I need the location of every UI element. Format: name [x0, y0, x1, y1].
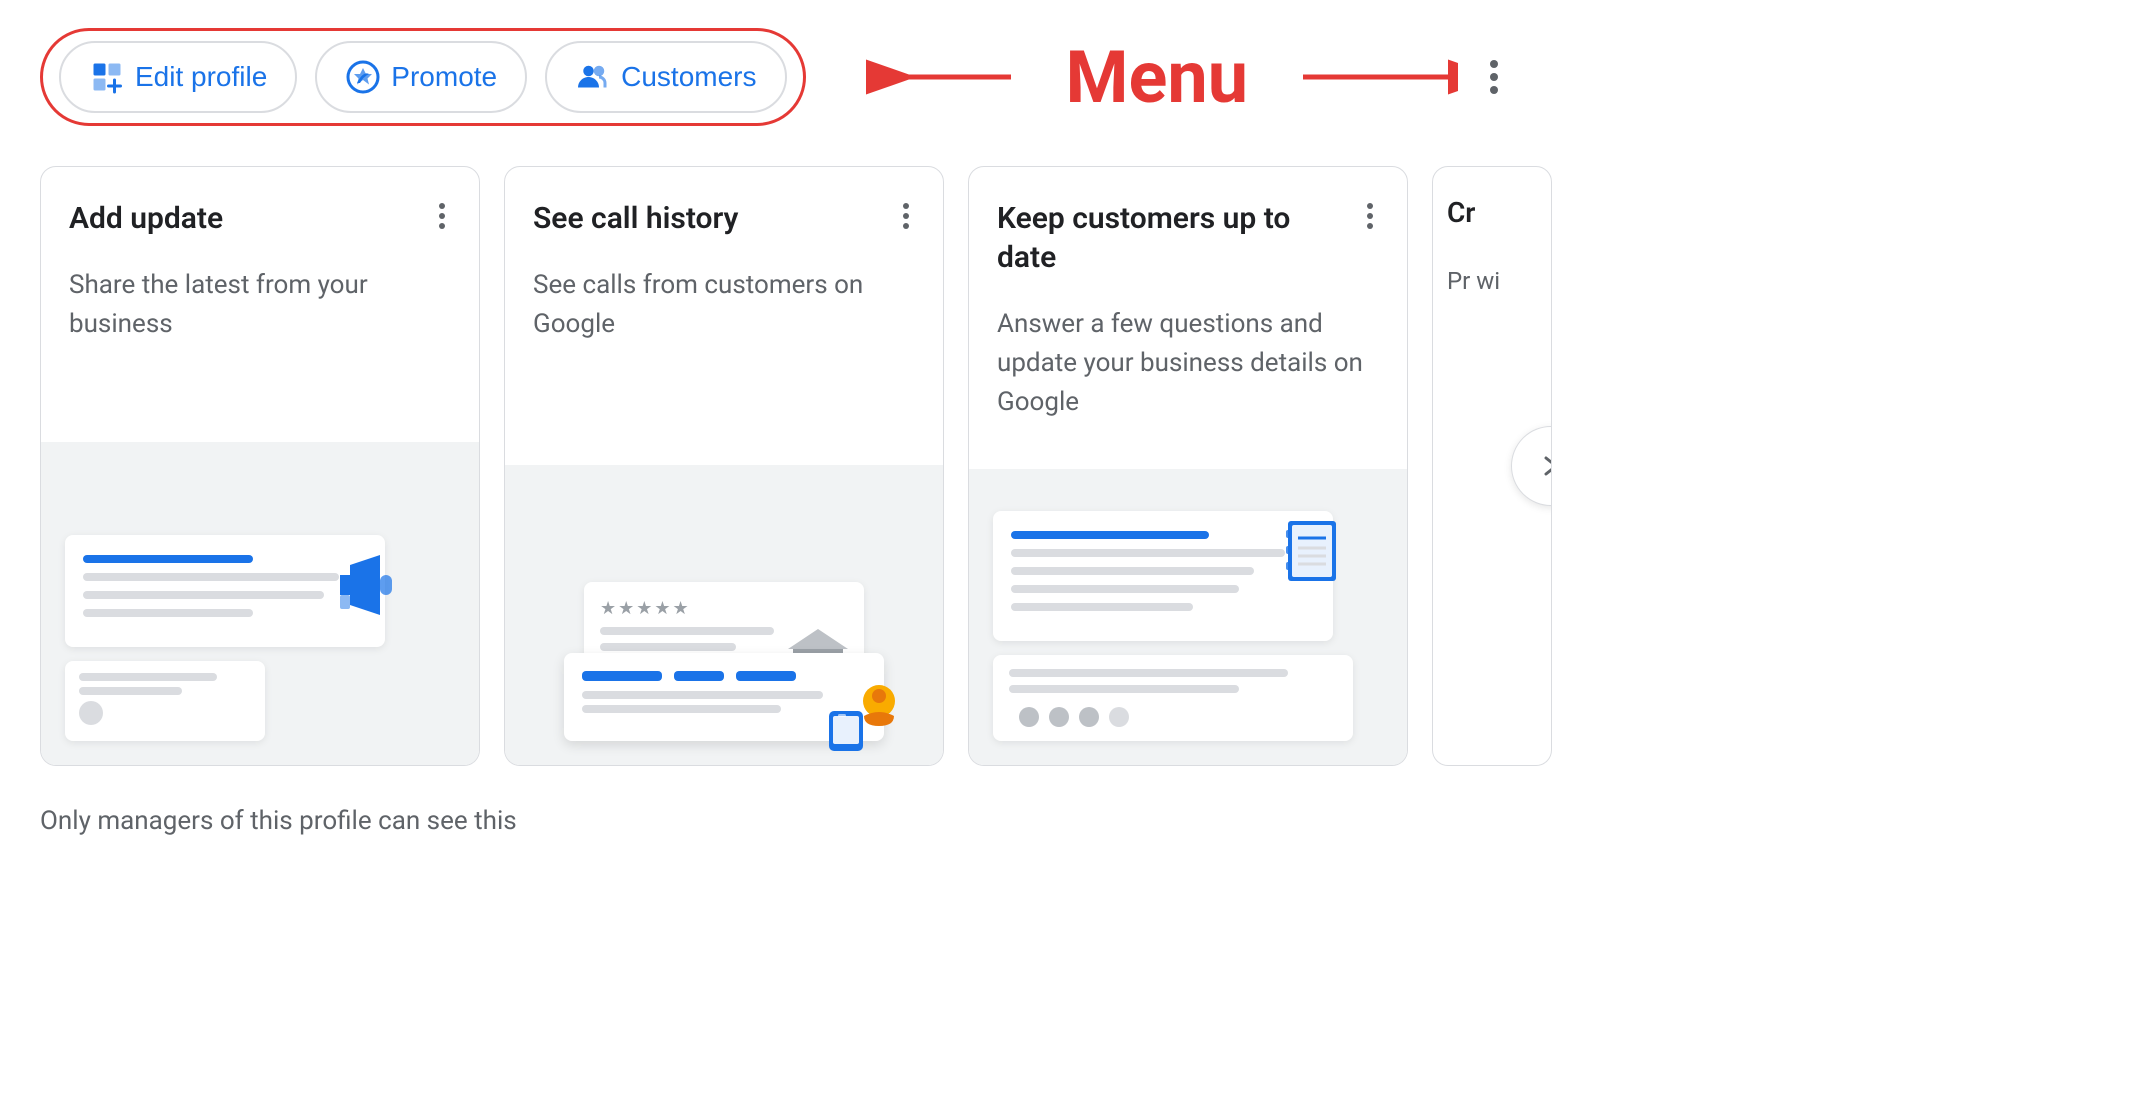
add-update-title: Add update: [69, 199, 425, 238]
illus-strip-1: [65, 661, 265, 741]
keep-customers-description: Answer a few questions and update your b…: [969, 293, 1407, 469]
see-call-history-illustration: ★★★★★: [505, 465, 943, 765]
illus-strip-3: [993, 655, 1353, 741]
megaphone-icon: [325, 545, 405, 641]
edit-profile-label: Edit profile: [135, 61, 267, 93]
card-1-menu-button[interactable]: [433, 199, 451, 233]
footer-note-text: Only managers of this profile can see th…: [40, 806, 517, 836]
illus-3-pagination-dots: [1009, 707, 1337, 727]
add-update-card: Add update Share the latest from your bu…: [40, 166, 480, 766]
illus-front-card: [564, 653, 884, 741]
card-header-2: See call history: [505, 167, 943, 254]
dot-1: [1490, 60, 1498, 68]
dot-3: [1490, 86, 1498, 94]
partial-card-desc: Pr wi: [1433, 259, 1551, 303]
card-3-menu-button[interactable]: [1361, 199, 1379, 233]
card-header-1: Add update: [41, 167, 479, 254]
illus-paper-3: [993, 511, 1333, 641]
menu-annotation-label: Menu: [1066, 35, 1249, 120]
card-2-menu-button[interactable]: [897, 199, 915, 233]
top-bar: Edit profile Promote Cust: [0, 0, 2141, 146]
customers-button[interactable]: Customers: [545, 41, 786, 113]
edit-profile-icon: [89, 59, 125, 95]
partial-card: Cr Pr wi: [1432, 166, 1552, 766]
phone-person-icon: [824, 681, 899, 756]
add-update-illustration: [41, 442, 479, 766]
keep-customers-title: Keep customers up to date: [997, 199, 1353, 277]
see-call-history-description: See calls from customers on Google: [505, 254, 943, 465]
action-buttons-group: Edit profile Promote Cust: [40, 28, 806, 126]
promote-button[interactable]: Promote: [315, 41, 527, 113]
keep-customers-illustration: [969, 469, 1407, 766]
cards-section: Add update Share the latest from your bu…: [0, 146, 2141, 786]
footer-note: Only managers of this profile can see th…: [0, 786, 2141, 856]
promote-icon: [345, 59, 381, 95]
chevron-right-button[interactable]: [1511, 426, 1552, 506]
customers-icon: [575, 59, 611, 95]
add-update-description: Share the latest from your business: [41, 254, 479, 442]
menu-dots-button[interactable]: [1478, 52, 1510, 102]
customers-label: Customers: [621, 61, 756, 93]
notebook-icon: [1278, 516, 1348, 601]
left-arrow: [856, 52, 1016, 102]
dot-2: [1490, 73, 1498, 81]
promote-label: Promote: [391, 61, 497, 93]
see-call-history-title: See call history: [533, 199, 889, 238]
edit-profile-button[interactable]: Edit profile: [59, 41, 297, 113]
right-arrow: [1298, 52, 1458, 102]
partial-card-title: Cr: [1433, 167, 1551, 259]
keep-customers-card: Keep customers up to date Answer a few q…: [968, 166, 1408, 766]
card-header-3: Keep customers up to date: [969, 167, 1407, 293]
illus-paper-1: [65, 535, 385, 647]
see-call-history-card: See call history See calls from customer…: [504, 166, 944, 766]
